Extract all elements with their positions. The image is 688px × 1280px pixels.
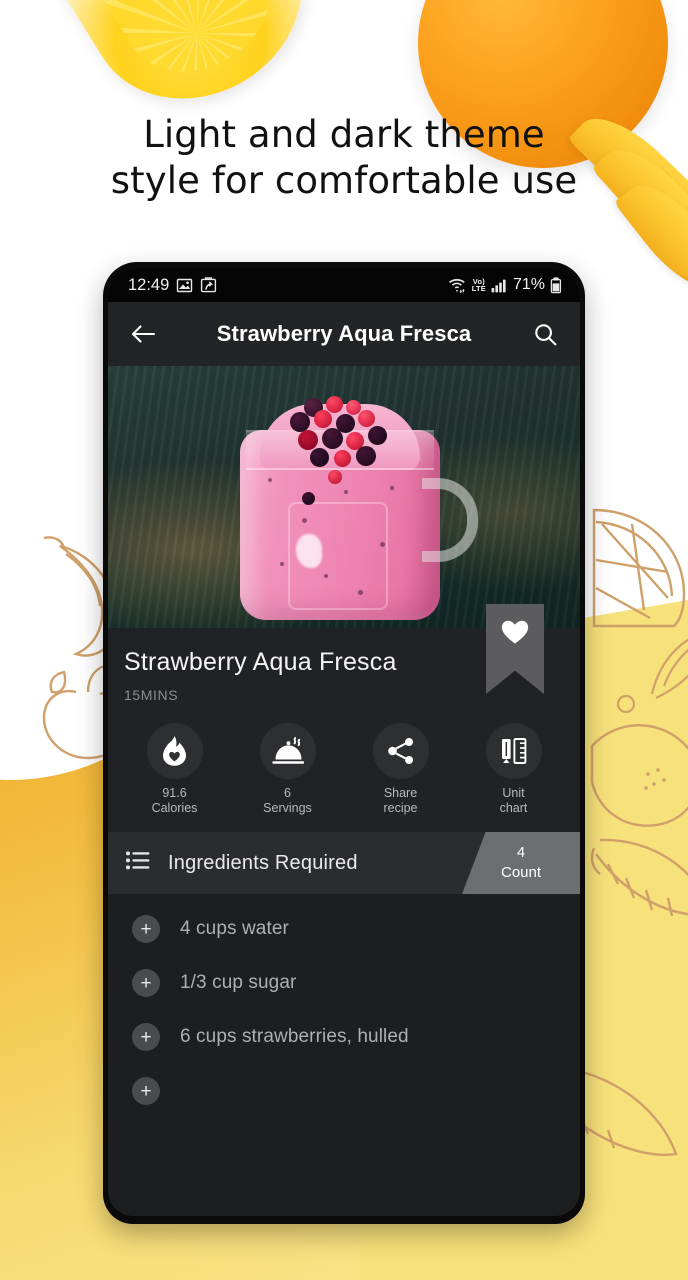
headline-line-2: style for comfortable use [110,159,578,202]
share-icon [372,723,429,779]
leaf-small-doodle-icon [650,638,688,699]
action-unit-chart-label: Unit chart [499,786,528,815]
list-item[interactable]: + 4 cups water [108,902,580,956]
ingredient-text: 1/3 cup sugar [180,972,297,993]
recipe-hero-image [108,366,580,628]
volte-icon: Vo) LTE [471,277,486,293]
action-servings[interactable]: 6 Servings [235,723,340,816]
list-item-partial[interactable]: + [108,1064,580,1118]
action-share[interactable]: Share recipe [348,723,453,816]
signal-bars-icon [491,278,508,293]
plus-icon[interactable]: + [132,1023,160,1051]
list-item[interactable]: + 1/3 cup sugar [108,956,580,1010]
back-arrow-icon[interactable] [126,317,160,351]
screenshot-icon [200,277,217,293]
ruler-pencil-icon [485,723,542,779]
headline-line-1: Light and dark theme [143,113,545,156]
flame-heart-icon [146,723,203,779]
count-value: 4 [516,845,526,861]
phone-screen: 12:49 Vo) LTE 71% Strawberry Aqua Fresca… [108,268,580,1216]
list-icon [126,851,150,875]
action-unit-chart[interactable]: Unit chart [461,723,566,816]
search-icon[interactable] [528,317,562,351]
status-time: 12:49 [128,275,170,294]
citrus-slice-doodle-icon [592,508,686,628]
plus-icon[interactable]: + [132,1077,160,1105]
app-bar-title: Strawberry Aqua Fresca [216,321,472,346]
promo-headline: Light and dark theme style for comfortab… [0,112,688,204]
orange-doodle-icon [590,724,688,827]
recipe-actions: 91.6 Calories 6 Servings Share recipe Un… [108,703,580,832]
ingredients-count-badge: 4 Count [462,832,580,894]
action-calories[interactable]: 91.6 Calories [122,723,227,816]
status-bar: 12:49 Vo) LTE 71% [108,268,580,302]
wifi-icon [448,277,467,293]
plus-icon[interactable]: + [132,915,160,943]
ingredient-text: 4 cups water [180,918,289,939]
banana-bunch-doodle-icon [590,838,688,917]
action-servings-label: 6 Servings [263,786,312,815]
image-icon [176,278,193,293]
plus-icon[interactable]: + [132,969,160,997]
count-label: Count [500,864,542,881]
food-cloche-icon [259,723,316,779]
battery-percent: 71% [512,276,545,293]
recipe-time: 15MINS [124,687,179,703]
battery-icon [550,276,562,294]
smoothie-jar-illustration [240,396,478,620]
app-bar: Strawberry Aqua Fresca [108,302,580,366]
phone-mockup: 12:49 Vo) LTE 71% Strawberry Aqua Fresca… [103,262,585,1224]
action-calories-label: 91.6 Calories [151,786,198,815]
ingredients-section-header: Ingredients Required 4 Count [108,832,580,894]
heart-icon [500,618,530,650]
recipe-info-panel: Strawberry Aqua Fresca 15MINS 91.6 Calor… [108,604,580,832]
action-share-label: Share recipe [383,786,418,815]
ingredients-title: Ingredients Required [168,851,358,874]
ingredients-list: + 4 cups water + 1/3 cup sugar + 6 cups … [108,894,580,1118]
list-item[interactable]: + 6 cups strawberries, hulled [108,1010,580,1064]
ingredient-text: 6 cups strawberries, hulled [180,1026,409,1047]
